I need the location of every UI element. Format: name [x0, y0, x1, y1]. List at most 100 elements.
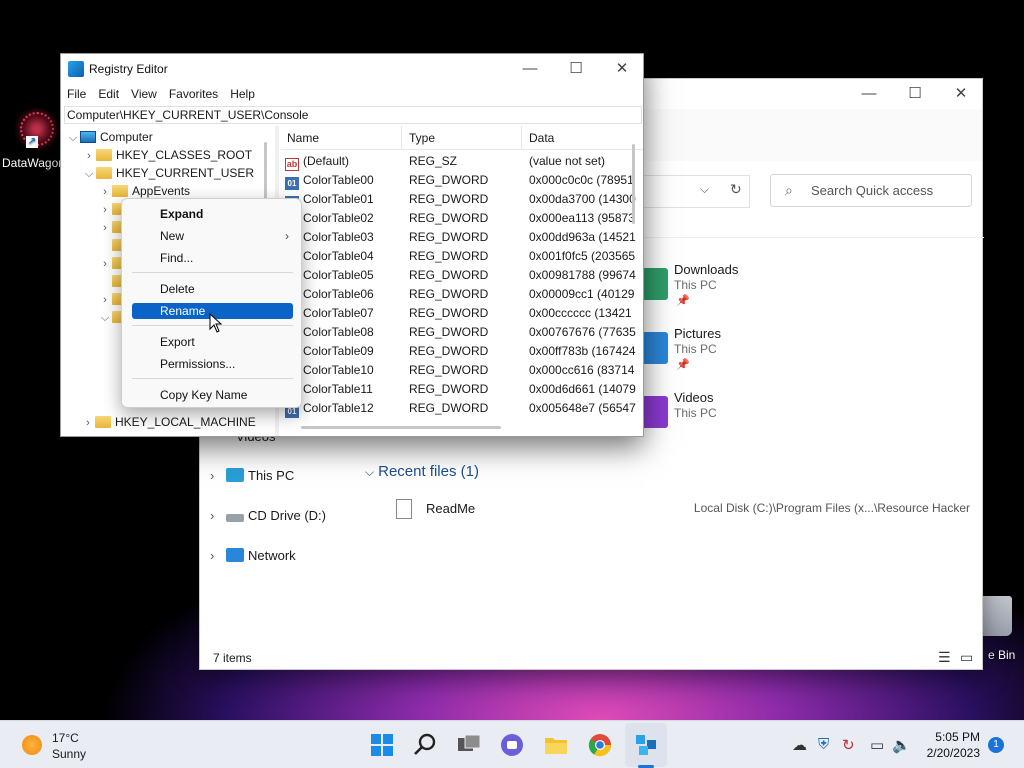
tree-node-hkcu[interactable]: ⌵ HKEY_CURRENT_USER — [82, 164, 254, 182]
defender-shield-icon[interactable]: ⛨ — [818, 736, 829, 753]
explorer-minimize-button[interactable]: — — [846, 79, 892, 109]
start-button[interactable] — [369, 732, 395, 758]
regedit-close-button[interactable]: ✕ — [599, 54, 645, 84]
menu-edit[interactable]: Edit — [92, 84, 125, 104]
registry-value-row[interactable]: 01ColorTable06REG_DWORD0x00009cc1 (40129 — [281, 285, 643, 304]
registry-value-row[interactable]: 01ColorTable02REG_DWORD0x000ea113 (95873 — [281, 209, 643, 228]
recent-file-row[interactable]: ReadMe Local Disk (C:)\Program Files (x.… — [396, 499, 976, 523]
task-view-icon[interactable] — [456, 732, 482, 758]
registry-value-row[interactable]: ab (Default) REG_SZ (value not set) — [281, 152, 643, 171]
details-view-icon[interactable]: ☰ — [938, 649, 951, 666]
search-icon: ⌕ — [785, 182, 793, 198]
regedit-taskbar-icon[interactable] — [633, 732, 659, 758]
sun-icon[interactable] — [22, 735, 42, 755]
value-data: 0x00dd963a (14521 — [529, 230, 636, 244]
menu-file[interactable]: File — [61, 84, 92, 104]
chevron-down-icon[interactable]: ⌵ — [82, 165, 96, 183]
clock-time: 5:05 PM — [935, 730, 980, 744]
tree-node-hklm[interactable]: › HKEY_LOCAL_MACHINE — [81, 413, 256, 431]
weather-temperature: 17°C — [52, 731, 79, 745]
file-name: ReadMe — [426, 501, 476, 516]
explorer-search-input[interactable]: ⌕ Search Quick access — [770, 174, 972, 207]
recent-files-header[interactable]: ⌵ Recent files (1) — [365, 463, 479, 480]
chevron-right-icon[interactable]: › — [82, 147, 96, 165]
datawagon-app-icon: ↗ — [14, 106, 60, 152]
value-type: REG_SZ — [409, 154, 458, 168]
regedit-address-bar[interactable]: Computer\HKEY_CURRENT_USER\Console — [64, 106, 642, 124]
chevron-right-icon[interactable]: › — [81, 414, 95, 432]
registry-value-row[interactable]: 01ColorTable05REG_DWORD0x00981788 (99674 — [281, 266, 643, 285]
quick-access-downloads[interactable]: Downloads This PC 📌 — [636, 262, 836, 318]
value-name: ColorTable07 — [303, 306, 374, 320]
registry-value-row[interactable]: 01ColorTable10REG_DWORD0x000cc616 (83714 — [281, 361, 643, 380]
menu-item-find[interactable]: Find... — [132, 250, 293, 266]
value-data: 0x00981788 (99674 — [529, 268, 636, 282]
registry-value-row[interactable]: 01ColorTable01REG_DWORD0x00da3700 (14300 — [281, 190, 643, 209]
menu-item-copy-key-name[interactable]: Copy Key Name — [132, 387, 293, 403]
menu-item-permissions[interactable]: Permissions... — [132, 356, 293, 372]
pin-icon: 📌 — [676, 295, 690, 307]
system-clock[interactable]: 5:05 PM 2/20/2023 — [927, 729, 980, 761]
value-type: REG_DWORD — [409, 192, 489, 206]
menu-item-export[interactable]: Export — [132, 334, 293, 350]
values-vertical-scrollbar[interactable] — [632, 144, 635, 224]
column-header-data[interactable]: Data — [529, 131, 554, 145]
regedit-maximize-button[interactable]: ☐ — [553, 54, 599, 84]
menu-item-expand[interactable]: Expand — [132, 206, 293, 222]
datawagon-label: DataWagon — [2, 156, 62, 170]
quick-access-location: This PC — [674, 278, 717, 292]
search-placeholder: Search Quick access — [811, 183, 934, 198]
value-name: ColorTable08 — [303, 325, 374, 339]
tree-node-computer[interactable]: ⌵ Computer — [66, 128, 153, 146]
explorer-close-button[interactable]: ✕ — [938, 79, 984, 109]
registry-value-row[interactable]: 01ColorTable04REG_DWORD0x001f0fc5 (20356… — [281, 247, 643, 266]
chrome-icon[interactable] — [587, 732, 613, 758]
search-icon[interactable] — [412, 732, 438, 758]
this-pc-icon — [226, 468, 244, 482]
menu-favorites[interactable]: Favorites — [163, 84, 224, 104]
regedit-titlebar[interactable]: Registry Editor — ☐ ✕ — [61, 54, 643, 84]
value-type: REG_DWORD — [409, 325, 489, 339]
column-header-type[interactable]: Type — [409, 131, 435, 145]
menu-item-new[interactable]: New › — [132, 228, 293, 244]
weather-widget[interactable]: 17°C Sunny — [52, 730, 86, 762]
quick-access-pictures[interactable]: Pictures This PC 📌 — [636, 326, 836, 382]
refresh-icon[interactable]: ↻ — [730, 181, 742, 198]
chevron-right-icon[interactable]: › — [210, 468, 226, 483]
registry-value-row[interactable]: 01ColorTable11REG_DWORD0x00d6d661 (14079 — [281, 380, 643, 399]
menu-view[interactable]: View — [125, 84, 163, 104]
explorer-maximize-button[interactable]: ☐ — [892, 79, 938, 109]
menu-item-delete[interactable]: Delete — [132, 281, 293, 297]
cloud-offline-icon[interactable]: ☁ — [792, 736, 807, 754]
chat-icon[interactable] — [499, 732, 525, 758]
tiles-view-icon[interactable]: ▭ — [960, 649, 973, 666]
nav-item-this-pc[interactable]: › This PC — [210, 468, 294, 483]
registry-values-list[interactable]: Name Type Data ab (Default) REG_SZ (value n… — [281, 126, 643, 432]
chevron-right-icon[interactable]: › — [210, 548, 226, 563]
registry-value-row[interactable]: 01ColorTable08REG_DWORD0x00767676 (77635 — [281, 323, 643, 342]
nav-item-cd-drive[interactable]: › CD Drive (D:) — [210, 508, 326, 523]
regedit-minimize-button[interactable]: — — [507, 54, 553, 84]
quick-access-videos[interactable]: Videos This PC — [636, 390, 836, 446]
tree-node-hkcr[interactable]: › HKEY_CLASSES_ROOT — [82, 146, 252, 164]
tree-context-menu: Expand New › Find... Delete Rename Export… — [121, 198, 302, 408]
notification-badge[interactable]: 1 — [988, 737, 1004, 753]
nav-item-network[interactable]: › Network — [210, 548, 296, 563]
registry-value-row[interactable]: 01ColorTable07REG_DWORD0x00cccccc (13421 — [281, 304, 643, 323]
menu-help[interactable]: Help — [224, 84, 261, 104]
registry-value-row[interactable]: 01ColorTable03REG_DWORD0x00dd963a (14521 — [281, 228, 643, 247]
nav-item-label: Network — [248, 548, 296, 563]
chevron-down-icon[interactable]: ⌵ — [700, 182, 709, 197]
update-icon[interactable]: ↻ — [842, 736, 855, 754]
registry-value-row[interactable]: 01ColorTable09REG_DWORD0x00ff783b (16742… — [281, 342, 643, 361]
registry-value-row[interactable]: 01 ColorTable12 REG_DWORD 0x005648e7 (56547 — [281, 399, 643, 418]
monitor-icon[interactable]: ▭ — [870, 736, 884, 754]
values-horizontal-scrollbar[interactable] — [301, 426, 501, 429]
column-header-name[interactable]: Name — [287, 131, 319, 145]
chevron-right-icon[interactable]: › — [210, 508, 226, 523]
chevron-down-icon[interactable]: ⌵ — [66, 129, 80, 147]
chevron-right-icon[interactable]: › — [98, 183, 112, 201]
file-explorer-taskbar-icon[interactable] — [543, 732, 569, 758]
registry-value-row[interactable]: 01 ColorTable00 REG_DWORD 0x000c0c0c (78951 — [281, 171, 643, 190]
volume-icon[interactable]: 🔈 — [892, 736, 911, 754]
